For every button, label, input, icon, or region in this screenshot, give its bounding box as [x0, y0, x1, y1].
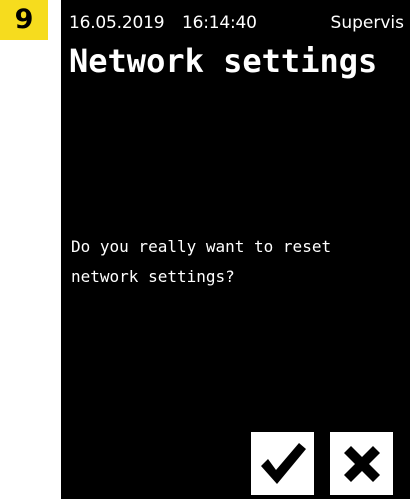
status-user: Supervis	[330, 13, 404, 33]
status-time: 16:14:40	[182, 13, 257, 33]
checkmark-icon	[260, 442, 306, 484]
status-date: 16.05.2019	[69, 13, 165, 33]
confirm-button[interactable]	[251, 432, 314, 495]
page-title: Network settings	[69, 42, 378, 80]
step-number-badge: 9	[0, 0, 48, 40]
message-line-1: Do you really want to reset	[71, 237, 332, 256]
close-icon	[343, 445, 380, 482]
cancel-button[interactable]	[330, 432, 393, 495]
message-line-2: network settings?	[71, 267, 235, 286]
device-screen: 16.05.2019 16:14:40 Supervis Network set…	[61, 0, 410, 499]
confirmation-message: Do you really want to reset network sett…	[71, 232, 391, 292]
